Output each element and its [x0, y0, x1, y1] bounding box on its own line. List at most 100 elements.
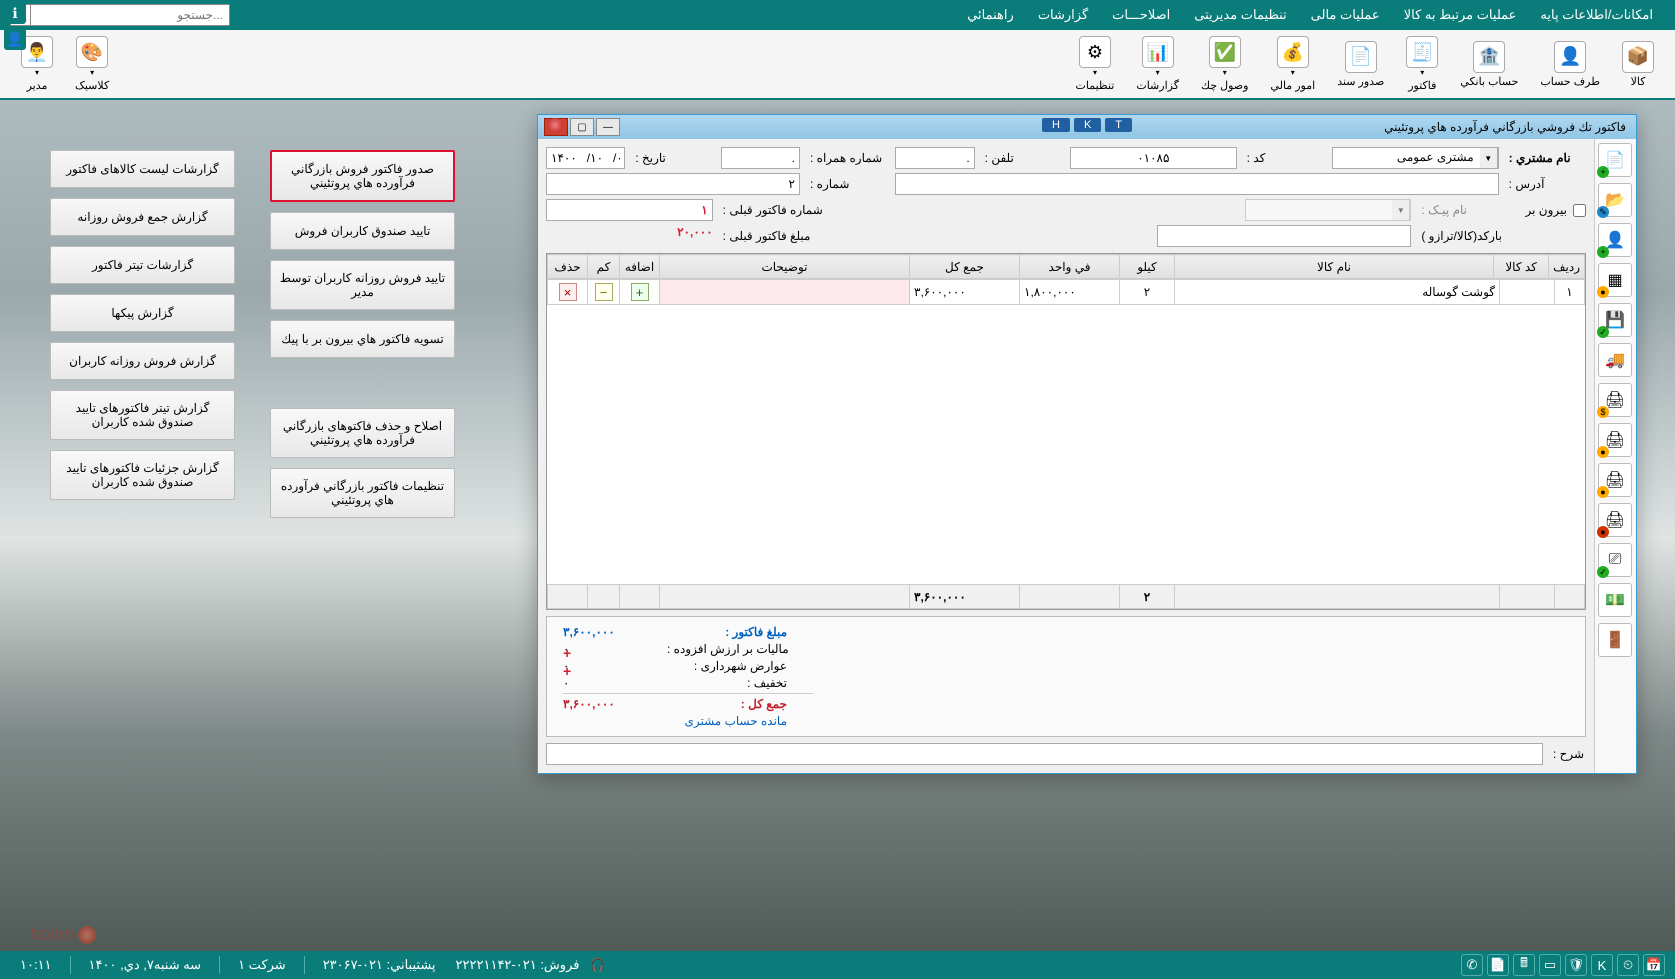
sb-k-icon[interactable]: K: [1591, 954, 1613, 976]
shortcut-btn[interactable]: گزارشات لیست کالاهای فاکتور: [50, 150, 235, 188]
side-print2[interactable]: 🖨●: [1598, 423, 1632, 457]
grid-row[interactable]: ۱ گوشت گوساله ۲ ۱,۸۰۰,۰۰۰ ۳,۶۰۰,۰۰۰ + − …: [548, 280, 1585, 305]
shortcut-btn[interactable]: گزارش جمع فروش روزانه: [50, 198, 235, 236]
shortcut-btn[interactable]: تایید صندوق کاربران فروش: [270, 212, 455, 250]
prev-invoice-input: [546, 199, 713, 221]
label: نام پیـک :: [1419, 199, 1498, 221]
shortcut-btn[interactable]: گزارش فروش روزانه کاربران: [50, 342, 235, 380]
municipal-value: ۰: [563, 659, 653, 673]
delete-button[interactable]: ×: [559, 283, 577, 301]
shortcut-btn[interactable]: گزارش جزئیات فاکتورهای تایید صندوق شده ک…: [50, 450, 235, 500]
sb-time: ۱۰:۱۱: [20, 957, 52, 973]
courier-select[interactable]: ▼: [1245, 199, 1412, 221]
side-print3[interactable]: 🖨●: [1598, 463, 1632, 497]
sb-clock-icon[interactable]: ⏲: [1617, 954, 1639, 976]
side-print-money[interactable]: 🖨$: [1598, 383, 1632, 417]
sb-card-icon[interactable]: ▭: [1539, 954, 1561, 976]
phone-input[interactable]: [895, 147, 974, 169]
sb-calc-icon[interactable]: 🖩: [1513, 954, 1535, 976]
side-save[interactable]: 💾✓: [1598, 303, 1632, 337]
sb-date: سه شنبه۷, دي, ۱۴۰۰: [89, 957, 202, 973]
tool-invoice[interactable]: 🧾▾فاکتور: [1395, 31, 1449, 97]
label: تلفن :: [983, 147, 1062, 169]
menu-item[interactable]: تنظیمات مدیریتی: [1182, 7, 1298, 23]
side-user[interactable]: 👤+: [1598, 223, 1632, 257]
shortcut-btn[interactable]: تسویه فاکتور هاي بیرون بر با پیك: [270, 320, 455, 358]
grid-footer: ۲ ۳,۶۰۰,۰۰۰: [548, 585, 1585, 609]
out-checkbox[interactable]: [1573, 204, 1586, 217]
sb-shield-icon[interactable]: 🛡: [1565, 954, 1587, 976]
tool-voucher[interactable]: 📄صدور سند: [1326, 36, 1395, 93]
tool-account-party[interactable]: 👤طرف حساب: [1529, 36, 1611, 93]
menu-item[interactable]: امکانات/اطلاعات پایه: [1528, 7, 1665, 23]
mobile-input[interactable]: [721, 147, 800, 169]
menu-item[interactable]: عملیات مالی: [1299, 7, 1392, 23]
date-input[interactable]: [546, 147, 625, 169]
record-dot-icon: [548, 118, 562, 132]
total-value: ۳,۶۰۰,۰۰۰: [563, 697, 653, 711]
sb-support: پشتیباني: ۰۲۱-۲۳۰۶۷: [323, 957, 436, 973]
menubar: امکانات/اطلاعات پایه عملیات مرتبط به کال…: [0, 0, 1675, 30]
side-exit[interactable]: 🚪: [1598, 623, 1632, 657]
add-button[interactable]: +: [631, 283, 649, 301]
menu-item[interactable]: راهنمائي: [955, 7, 1026, 23]
cell-kilo[interactable]: ۲: [1120, 280, 1175, 305]
tool-cheque[interactable]: ✅▾وصول چك: [1190, 31, 1259, 97]
cell-idx: ۱: [1555, 280, 1585, 305]
address-input[interactable]: [895, 173, 1498, 195]
tool-settings[interactable]: ⚙▾تنظیمات: [1065, 31, 1126, 97]
col-header: کم: [588, 255, 620, 279]
side-print4[interactable]: 🖨●: [1598, 503, 1632, 537]
shortcut-btn[interactable]: گزارشات تیتر فاکتور: [50, 246, 235, 284]
menu-item[interactable]: عملیات مرتبط به کالا: [1392, 7, 1529, 23]
sb-paper-icon[interactable]: 📄: [1487, 954, 1509, 976]
tab-t[interactable]: T: [1105, 118, 1132, 132]
user-icon[interactable]: 👤: [4, 28, 26, 50]
minus-button[interactable]: −: [595, 283, 613, 301]
sb-calendar-icon[interactable]: 📅: [1643, 954, 1665, 976]
shortcut-btn[interactable]: تنظیمات فاکتور بازرگاني فرآورده هاي پروت…: [270, 468, 455, 518]
shortcut-btn[interactable]: تایید فروش روزانه کاربران توسط مدیر: [270, 260, 455, 310]
description-input[interactable]: [546, 743, 1543, 765]
tool-finance[interactable]: 💰▾امور مالي: [1259, 31, 1326, 97]
maximize-icon[interactable]: ▢: [570, 118, 594, 136]
discount-value: ۰: [563, 676, 653, 690]
tool-goods[interactable]: 📦کالا: [1611, 36, 1665, 93]
cell-name[interactable]: گوشت گوساله: [1175, 280, 1500, 305]
statusbar: 📅 ⏲ K 🛡 ▭ 🖩 📄 ✆ 🎧 فروش: ۰۲۱-۲۲۲۲۱۱۴۲ پشت…: [0, 951, 1675, 979]
tab-h[interactable]: H: [1042, 118, 1070, 132]
number-input[interactable]: [546, 173, 800, 195]
side-pay[interactable]: 💵: [1598, 583, 1632, 617]
prev-amount-value: ۲۰,۰۰۰: [546, 225, 713, 247]
side-open[interactable]: 📂✎: [1598, 183, 1632, 217]
shortcut-btn[interactable]: اصلاح و حذف فاکتوهای بازرگاني فرآورده ها…: [270, 408, 455, 458]
info-icon[interactable]: ℹ: [4, 2, 26, 24]
tab-k[interactable]: K: [1074, 118, 1101, 132]
barcode-input[interactable]: [1157, 225, 1411, 247]
cell-code[interactable]: [1500, 280, 1555, 305]
side-toolbar: 📄+ 📂✎ 👤+ ▦● 💾✓ 🚚 🖨$ 🖨● 🖨● 🖨● ⎚✓ 💵 🚪: [1594, 139, 1636, 773]
side-new[interactable]: 📄+: [1598, 143, 1632, 177]
headset-icon: 🎧: [589, 957, 605, 973]
tool-bank[interactable]: 🏦حساب بانکي: [1449, 36, 1529, 93]
shortcut-invoice-issue[interactable]: صدور فاکتور فروش بازرگاني فرآورده هاي پر…: [270, 150, 455, 202]
side-stamp[interactable]: ⎚✓: [1598, 543, 1632, 577]
tool-reports[interactable]: 📊▾گزارشات: [1125, 31, 1190, 97]
cell-desc[interactable]: [660, 280, 910, 305]
sb-phone-icon[interactable]: ✆: [1461, 954, 1483, 976]
menu-item[interactable]: گزارشات: [1026, 7, 1100, 23]
search-input[interactable]: [30, 4, 230, 26]
side-transfer[interactable]: 🚚: [1598, 343, 1632, 377]
customer-select[interactable]: ▼مشتری عمومی: [1332, 147, 1499, 169]
minimize-icon[interactable]: —: [596, 118, 620, 136]
cell-unit[interactable]: ۱,۸۰۰,۰۰۰: [1020, 280, 1120, 305]
col-header: ردیف: [1549, 255, 1585, 279]
shortcut-btn[interactable]: گزارش پیکها: [50, 294, 235, 332]
tool-classic[interactable]: 🎨▾کلاسیک: [64, 31, 120, 97]
titlebar: ✕ ▢ — H K T فاكتور تك فروشي بازرگاني فرآ…: [538, 115, 1636, 139]
menu-item[interactable]: اصلاحـــات: [1100, 7, 1182, 23]
side-table[interactable]: ▦●: [1598, 263, 1632, 297]
col-header: جمع کل: [910, 255, 1020, 279]
shortcut-btn[interactable]: گزارش تیتر فاکتورهای تایید صندوق شده کار…: [50, 390, 235, 440]
code-input[interactable]: [1070, 147, 1237, 169]
